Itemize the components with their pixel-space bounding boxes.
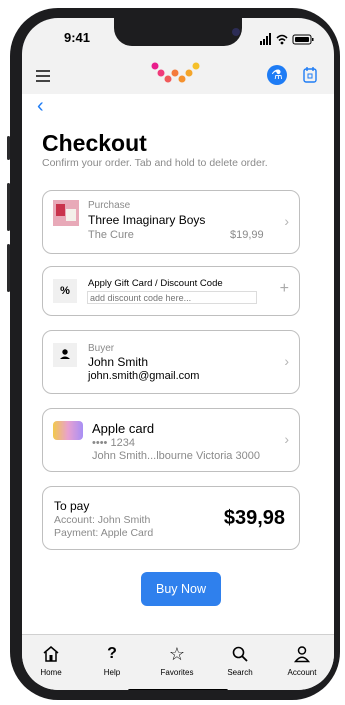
summary-payment: Payment: Apple Card (54, 527, 154, 539)
card-number: •••• 1234 (92, 437, 135, 449)
discount-card[interactable]: % Apply Gift Card / Discount Code + (42, 266, 300, 316)
buyer-card[interactable]: Buyer John Smith john.smith@gmail.com › (42, 330, 300, 394)
volume-up-button (7, 183, 10, 231)
discount-label: Apply Gift Card / Discount Code (88, 278, 223, 289)
signal-wifi-battery-icon (260, 33, 314, 45)
purchase-artist: The Cure (88, 229, 134, 241)
app-bar: ⚗ (22, 58, 334, 94)
notch (114, 18, 242, 46)
buy-now-button[interactable]: Buy Now (141, 572, 221, 606)
tab-bar: Home ? Help ☆ Favorites Search Account (22, 634, 334, 690)
mute-switch (7, 136, 10, 160)
buyer-email: john.smith@gmail.com (88, 370, 200, 382)
accessibility-icon[interactable]: ⚗ (267, 65, 287, 85)
menu-icon[interactable] (36, 70, 50, 82)
card-name: Apple card (92, 421, 155, 436)
tab-help[interactable]: ? Help (86, 643, 138, 677)
purchase-name: Three Imaginary Boys (88, 213, 206, 227)
tab-account[interactable]: Account (276, 643, 328, 677)
chevron-right-icon: › (284, 213, 289, 229)
chevron-right-icon: › (284, 353, 289, 369)
apple-card-icon (53, 421, 83, 440)
app-logo (151, 62, 200, 83)
chevron-right-icon: › (284, 431, 289, 447)
tab-label: Favorites (160, 668, 194, 677)
volume-down-button (7, 244, 10, 292)
add-discount-icon[interactable]: + (280, 280, 289, 298)
search-icon (214, 643, 266, 665)
summary-account: Account: John Smith (54, 514, 151, 526)
screen: 9:41 ⚗ ‹ Checkout Confirm your order. Ta… (22, 18, 334, 690)
purchase-price: $19,99 (230, 229, 264, 241)
tab-label: Search (227, 668, 253, 677)
page-title: Checkout (42, 130, 147, 156)
page-subtitle: Confirm your order. Tab and hold to dele… (42, 157, 268, 169)
tab-home[interactable]: Home (25, 643, 77, 677)
checkout-content: ‹ Checkout Confirm your order. Tab and h… (22, 94, 334, 634)
tab-label: Help (103, 668, 121, 677)
back-button[interactable]: ‹ (37, 96, 44, 116)
status-icons (260, 32, 320, 45)
home-indicator (128, 689, 228, 690)
tab-search[interactable]: Search (214, 643, 266, 677)
album-cover (53, 200, 79, 226)
total-amount: $39,98 (223, 507, 285, 529)
tab-label: Home (40, 668, 62, 677)
tab-favorites[interactable]: ☆ Favorites (151, 643, 203, 678)
home-icon (25, 643, 77, 665)
star-icon: ☆ (168, 643, 186, 664)
summary-title: To pay (54, 499, 90, 513)
status-time: 9:41 (64, 30, 91, 45)
person-icon (53, 343, 77, 367)
purchase-label: Purchase (88, 200, 131, 211)
card-address: John Smith...lbourne Victoria 3000 (92, 450, 260, 462)
buyer-label: Buyer (88, 343, 115, 354)
order-summary-card: To pay Account: John Smith Payment: Appl… (42, 486, 300, 550)
tab-label: Account (287, 668, 317, 677)
buyer-name: John Smith (88, 355, 149, 369)
purchase-card[interactable]: Purchase Three Imaginary Boys The Cure $… (42, 190, 300, 254)
calendar-icon[interactable] (303, 66, 317, 84)
account-icon (276, 643, 328, 665)
percent-icon: % (53, 279, 77, 303)
payment-card[interactable]: Apple card •••• 1234 John Smith...lbourn… (42, 408, 300, 472)
discount-code-input[interactable] (87, 291, 257, 304)
help-icon: ? (107, 645, 117, 662)
front-camera (232, 28, 240, 36)
